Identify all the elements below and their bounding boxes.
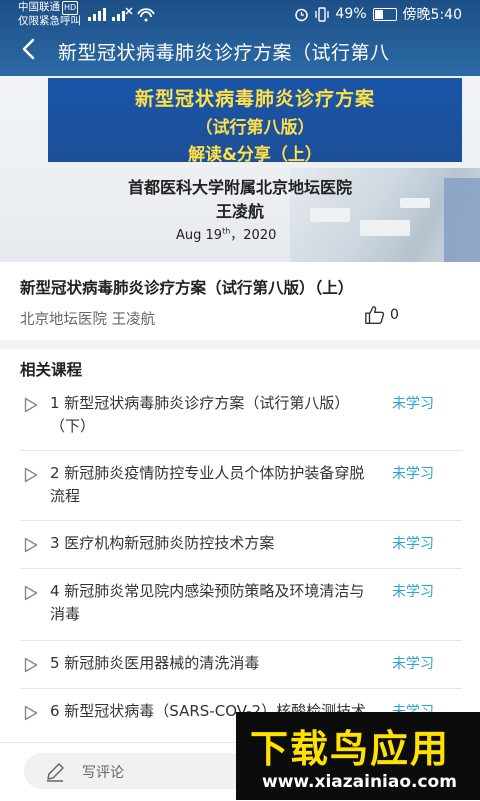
- banner-line-3: 解读&分享（上）: [188, 145, 322, 165]
- nav-row: 新型冠状病毒肺炎诊疗方案（试行第八: [0, 28, 480, 74]
- course-list-item[interactable]: 1 新型冠状病毒肺炎诊疗方案（试行第八版）（下） 未学习: [20, 380, 462, 451]
- thumbs-up-icon: [365, 306, 385, 324]
- course-item-title: 4 新冠肺炎常见院内感染预防策略及环境清洁与消毒: [50, 582, 365, 623]
- cover-banner: 新型冠状病毒肺炎诊疗方案 （试行第八版） 解读&分享（上）: [48, 78, 462, 165]
- vibrate-icon: [315, 6, 330, 22]
- date-year: ，2020: [230, 228, 277, 243]
- course-item-status: 未学习: [392, 466, 434, 482]
- course-item-status: 未学习: [392, 396, 434, 412]
- course-list-item[interactable]: 2 新冠肺炎疫情防控专业人员个体防护装备穿脱流程 未学习: [20, 450, 462, 521]
- course-item-status: 未学习: [392, 536, 434, 552]
- play-icon: [24, 397, 38, 413]
- cover-speaker: 王凌航: [215, 202, 264, 221]
- course-title: 新型冠状病毒肺炎诊疗方案（试行第八版）（上）: [20, 279, 354, 297]
- course-item-status: 未学习: [392, 656, 434, 672]
- play-icon: [24, 467, 38, 483]
- comment-placeholder: 写评论: [82, 765, 124, 781]
- back-arrow-icon: [22, 38, 35, 60]
- course-list-item[interactable]: 3 医疗机构新冠肺炎防控技术方案 未学习: [20, 520, 462, 569]
- battery-percent: 49%: [335, 6, 367, 22]
- play-icon: [24, 705, 38, 721]
- status-right: 49% 傍晚5:40: [294, 4, 462, 24]
- related-title: 相关课程: [20, 361, 83, 379]
- battery-icon: [372, 7, 397, 21]
- like-button[interactable]: 0: [364, 304, 399, 326]
- course-item-title: 5 新冠肺炎医用器械的清洗消毒: [50, 654, 260, 672]
- play-icon: [24, 657, 38, 673]
- course-list-item[interactable]: 5 新冠肺炎医用器械的清洗消毒 未学习: [20, 640, 462, 689]
- back-button[interactable]: [14, 34, 44, 64]
- alarm-icon: [295, 8, 309, 21]
- course-item-title: 3 医疗机构新冠肺炎防控技术方案: [50, 534, 275, 552]
- signal-icons: [88, 7, 155, 22]
- watermark-logo: 下载鸟应用 www.xiazainiao.com: [236, 712, 480, 800]
- watermark-url: www.xiazainiao.com: [262, 772, 457, 792]
- like-count: 0: [390, 307, 399, 323]
- banner-line-2: （试行第八版）: [195, 118, 315, 138]
- course-item-title: 1 新型冠状病毒肺炎诊疗方案（试行第八版）（下）: [50, 394, 350, 435]
- section-divider: [0, 340, 480, 349]
- pencil-icon: [47, 763, 64, 782]
- banner-line-1: 新型冠状病毒肺炎诊疗方案: [134, 88, 375, 110]
- date-day: Aug 19: [176, 228, 223, 243]
- course-list-item[interactable]: 4 新冠肺炎常见院内感染预防策略及环境清洁与消毒 未学习: [20, 568, 462, 641]
- carrier-info: 中国联通 HD 仅限紧急呼叫: [18, 1, 81, 27]
- watermark-text: 下载鸟应用: [250, 727, 451, 771]
- course-author: 北京地坛医院 王凌航: [20, 312, 156, 328]
- hd-badge: HD: [62, 1, 79, 15]
- cover-date: Aug 19th，2020: [176, 224, 276, 243]
- status-bar: 中国联通 HD 仅限紧急呼叫 49% 傍晚5:40: [0, 0, 480, 28]
- play-icon: [24, 537, 38, 553]
- video-cover[interactable]: 中国联通 HD 仅限紧急呼叫 49% 傍晚5:40 新型冠状病毒肺炎诊疗方案（试行…: [0, 0, 480, 262]
- play-icon: [24, 585, 38, 601]
- course-item-title: 2 新冠肺炎疫情防控专业人员个体防护装备穿脱流程: [50, 464, 365, 505]
- cover-hospital: 首都医科大学附属北京地坛医院: [127, 178, 352, 197]
- comment-input[interactable]: 写评论: [24, 753, 254, 789]
- emergency-text: 仅限紧急呼叫: [18, 15, 81, 27]
- course-item-status: 未学习: [392, 584, 434, 600]
- carrier-name: 中国联通: [18, 1, 60, 13]
- status-time: 傍晚5:40: [402, 7, 462, 23]
- page-title: 新型冠状病毒肺炎诊疗方案（试行第八: [58, 42, 390, 64]
